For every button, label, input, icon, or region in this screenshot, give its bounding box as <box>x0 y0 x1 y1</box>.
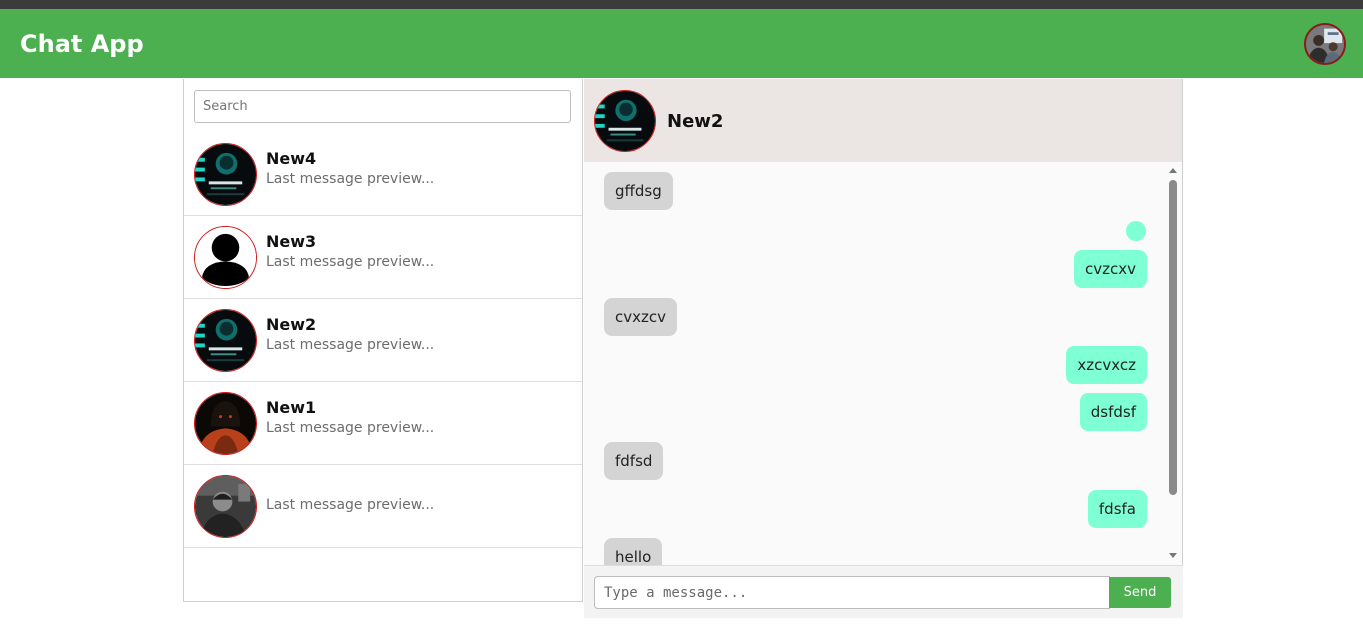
hooded-figure-avatar <box>194 392 257 455</box>
contact-info: New1 Last message preview... <box>266 398 434 436</box>
user-avatar[interactable] <box>1304 23 1346 65</box>
message-outgoing: cvzcxv <box>1074 250 1147 288</box>
message-input[interactable] <box>594 576 1110 609</box>
contact-name: New4 <box>266 149 317 168</box>
contact-name: New1 <box>266 398 317 417</box>
scroll-up-arrow-icon[interactable] <box>1169 168 1177 173</box>
contact-preview: Last message preview... <box>266 497 435 513</box>
contact-preview: Last message preview... <box>266 171 435 187</box>
contacts-sidebar: New4 Last message preview... New3 Last m… <box>183 79 583 602</box>
contact-item-new3[interactable]: New3 Last message preview... <box>184 216 582 299</box>
app-title: Chat App <box>20 29 144 58</box>
contact-info: New3 Last message preview... <box>266 232 434 270</box>
dark-screenshot-avatar <box>194 309 257 372</box>
message-outgoing: xzcvxcz <box>1066 346 1147 384</box>
contact-preview: Last message preview... <box>266 254 435 270</box>
message-incoming: hello <box>604 538 663 565</box>
scroll-thumb[interactable] <box>1169 180 1177 495</box>
contact-item-new2[interactable]: New2 Last message preview... <box>184 299 582 382</box>
chat-panel: New2 gffdsg cvzcxv cvxzcv xzcvxcz dsfdsf… <box>584 79 1183 618</box>
contact-item-unnamed[interactable]: Last message preview... <box>184 465 582 548</box>
contact-name: New2 <box>266 315 317 334</box>
message-list[interactable]: gffdsg cvzcxv cvxzcv xzcvxcz dsfdsf fdfs… <box>584 162 1183 565</box>
contact-preview: Last message preview... <box>266 420 435 436</box>
search-wrapper <box>184 79 582 133</box>
chat-contact-avatar <box>594 90 656 152</box>
contact-name: New3 <box>266 232 317 251</box>
message-incoming: fdfsd <box>604 442 664 480</box>
message-incoming: gffdsg <box>604 172 673 210</box>
window-top-strip <box>0 0 1363 9</box>
contact-info: Last message preview... <box>266 497 434 513</box>
search-input[interactable] <box>194 90 571 123</box>
contact-item-new1[interactable]: New1 Last message preview... <box>184 382 582 465</box>
contact-preview: Last message preview... <box>266 337 435 353</box>
contact-info: New4 Last message preview... <box>266 149 434 187</box>
message-incoming: cvxzcv <box>604 298 677 336</box>
message-composer: Send <box>584 565 1183 618</box>
grayscale-photo-avatar <box>194 475 257 538</box>
message-outgoing: dsfdsf <box>1079 393 1147 431</box>
send-button[interactable]: Send <box>1109 577 1171 608</box>
default-user-avatar <box>194 226 257 289</box>
chat-title: New2 <box>667 111 724 132</box>
chat-header: New2 <box>584 79 1183 162</box>
scroll-down-arrow-icon[interactable] <box>1169 553 1177 558</box>
app-navbar: Chat App <box>0 9 1363 78</box>
contact-item-new4[interactable]: New4 Last message preview... <box>184 133 582 216</box>
message-outgoing-empty <box>1126 221 1146 241</box>
message-scrollbar[interactable] <box>1166 162 1180 565</box>
message-outgoing: fdsfa <box>1087 490 1147 528</box>
dark-screenshot-avatar <box>194 143 257 206</box>
contact-info: New2 Last message preview... <box>266 315 434 353</box>
